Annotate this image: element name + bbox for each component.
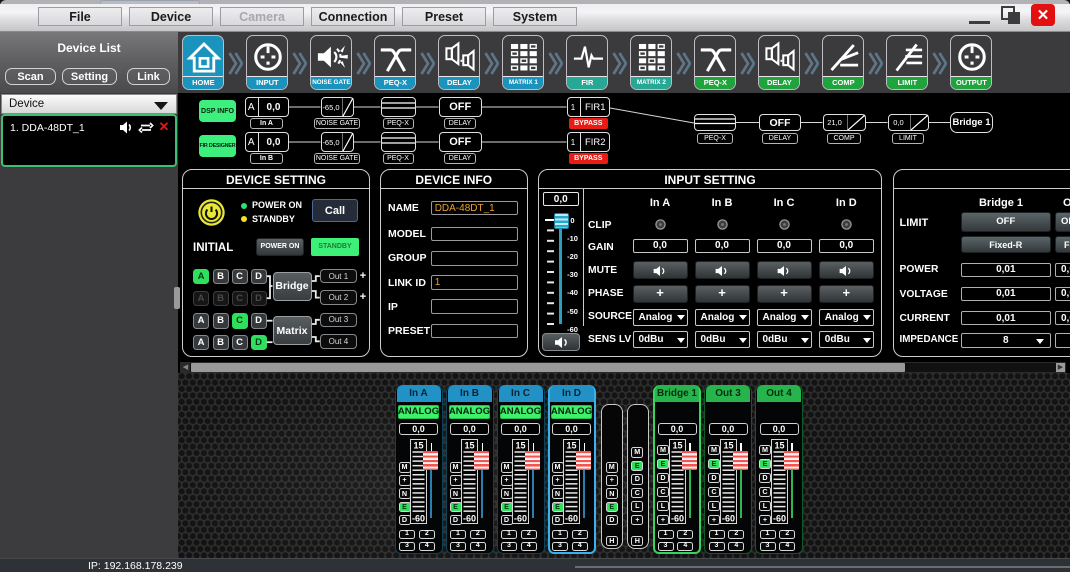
svg-text:-60: -60 bbox=[721, 513, 734, 523]
svg-text:15: 15 bbox=[515, 440, 525, 450]
svg-text:15: 15 bbox=[672, 440, 682, 450]
svg-text:-60: -60 bbox=[514, 513, 527, 523]
svg-text:15: 15 bbox=[413, 440, 423, 450]
svg-text:-60: -60 bbox=[565, 513, 578, 523]
svg-text:15: 15 bbox=[566, 440, 576, 450]
svg-text:-60: -60 bbox=[463, 513, 476, 523]
svg-text:15: 15 bbox=[464, 440, 474, 450]
svg-text:15: 15 bbox=[723, 440, 733, 450]
svg-text:15: 15 bbox=[774, 440, 784, 450]
svg-text:-60: -60 bbox=[670, 513, 683, 523]
svg-text:-60: -60 bbox=[412, 513, 425, 523]
svg-text:-60: -60 bbox=[772, 513, 785, 523]
